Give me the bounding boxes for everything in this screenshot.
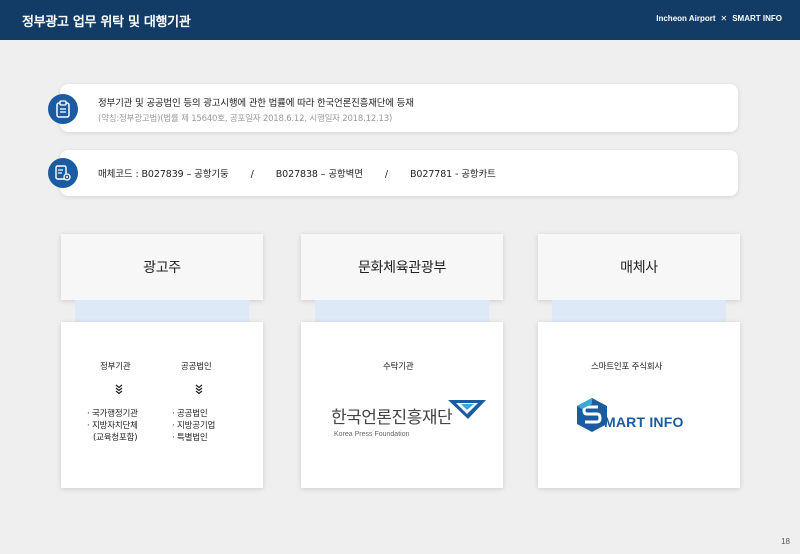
advertiser-body: [61, 322, 263, 488]
government-label: 정부기관: [100, 362, 131, 372]
column-connector: [315, 300, 489, 322]
media-code-item: B027781 - 공항카트: [410, 169, 496, 180]
company-name-label: 스마트인포 주식회사: [591, 362, 663, 372]
law-info-card: 정부기관 및 공공법인 등의 광고시행에 관한 법률에 따라 한국언론진흥재단에…: [60, 84, 738, 132]
document-settings-icon: [48, 158, 78, 188]
smart-info-logo-icon: [577, 398, 607, 432]
page-number: 18: [781, 537, 790, 546]
list-item: · 특별법인: [172, 433, 208, 443]
media-company-header: 매체사: [538, 234, 740, 300]
column-connector: [75, 300, 249, 322]
media-company-body: [538, 322, 740, 488]
list-item: · 국가행정기관: [87, 409, 138, 419]
advertiser-header: 광고주: [61, 234, 263, 300]
list-item: · 지방공기업: [172, 421, 216, 431]
kpf-logo-icon: [448, 400, 486, 419]
media-code-prefix: 매체코드 :: [98, 169, 142, 180]
incheon-airport-brand: Incheon Airport: [656, 14, 716, 23]
kpf-logo-subtext: Korea Press Foundation: [334, 431, 410, 438]
public-corp-label: 공공법인: [181, 362, 212, 372]
smart-info-brand: SMART INFO: [732, 14, 782, 23]
law-info-subtext: (약칭:정부광고법)(법률 제 15640호, 공포일자 2018.6.12, …: [98, 114, 393, 124]
media-codes: 매체코드 : B027839 – 공항기둥 / B027838 – 공항벽면 / B02…: [98, 166, 496, 180]
page-title: 정부광고 업무 위탁 및 대행기관: [22, 15, 191, 30]
ministry-header: 문화체육관광부: [301, 234, 503, 300]
column-connector: [552, 300, 726, 322]
media-code-item: B027838 – 공항벽면: [275, 169, 363, 180]
top-bar: 정부광고 업무 위탁 및 대행기관 Incheon Airport ✕ SMAR…: [0, 0, 800, 40]
clipboard-icon: [48, 94, 78, 124]
brand-separator: ✕: [720, 14, 728, 23]
brand-logos: Incheon Airport ✕ SMART INFO: [656, 14, 782, 23]
chevron-down-icon: [115, 384, 123, 394]
media-code-item: B027839 – 공항기둥: [141, 169, 229, 180]
code-separator: /: [250, 169, 254, 180]
code-separator: /: [384, 169, 389, 180]
list-item: (교육청포함): [93, 433, 138, 443]
list-item: · 공공법인: [172, 409, 208, 419]
list-item: · 지방자치단체: [87, 421, 138, 431]
trustee-label: 수탁기관: [383, 362, 414, 372]
kpf-logo-text: 한국언론진흥재단: [331, 408, 453, 428]
public-corp-list: · 공공법인 · 지방공기업 · 특별법인: [172, 408, 215, 444]
government-list: · 국가행정기관 · 지방자치단체 (교육청포함): [87, 408, 138, 444]
media-code-card: 매체코드 : B027839 – 공항기둥 / B027838 – 공항벽면 / B02…: [60, 150, 738, 196]
chevron-down-icon: [195, 384, 203, 394]
law-info-text: 정부기관 및 공공법인 등의 광고시행에 관한 법률에 따라 한국언론진흥재단에…: [98, 98, 414, 109]
smart-info-logo-text: MART INFO: [604, 414, 684, 430]
